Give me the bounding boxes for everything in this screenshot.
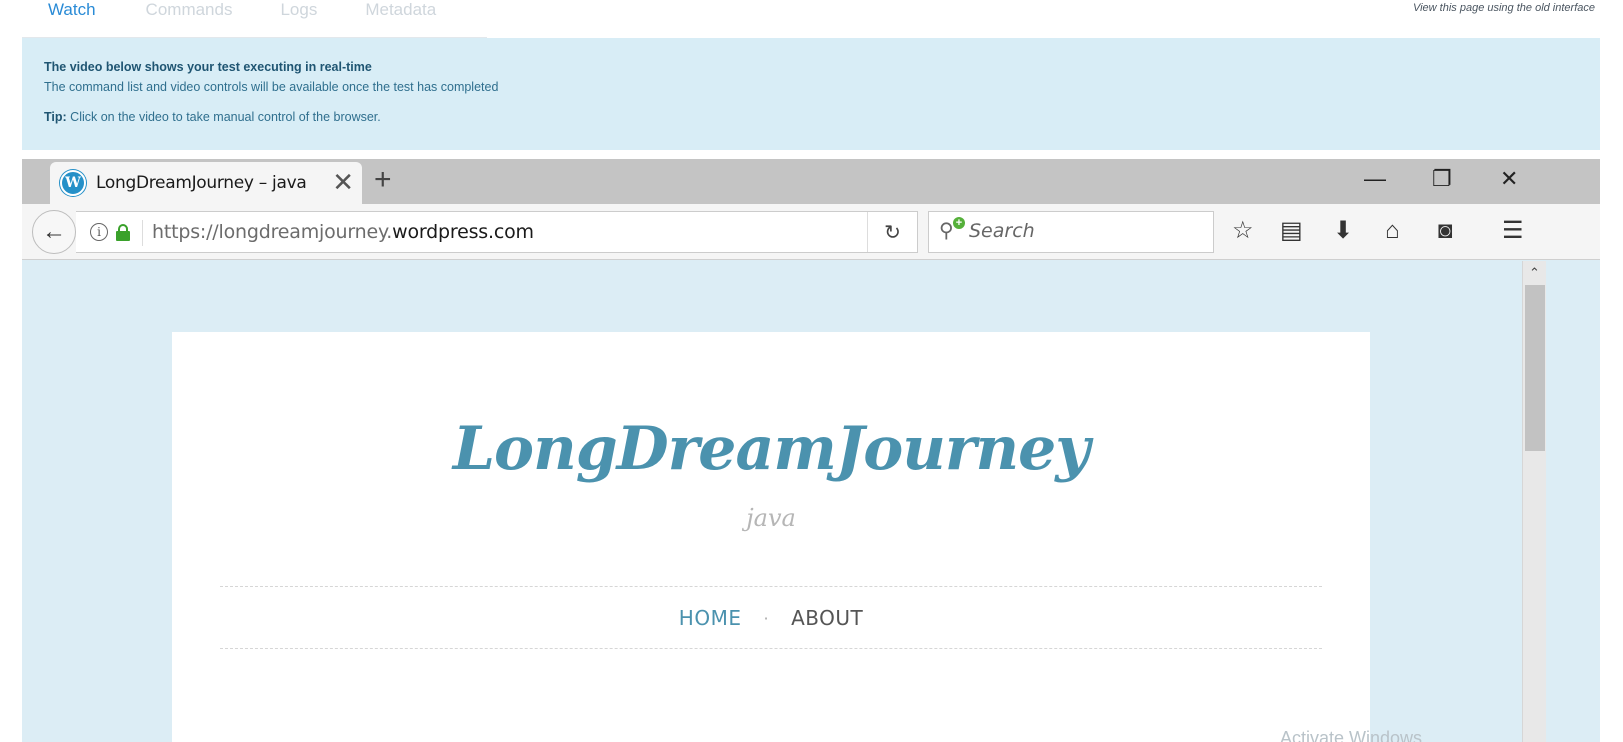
url-separator	[142, 220, 143, 246]
page-scrollbar[interactable]: ⌃	[1522, 261, 1546, 742]
page-viewport: LongDreamJourney java HOME · ABOUT	[22, 261, 1522, 742]
site-title[interactable]: LongDreamJourney	[172, 414, 1370, 484]
search-add-engine-icon: +	[953, 217, 965, 229]
browser-navbar: i https://longdreamjourney.wordpress.com…	[22, 204, 1600, 260]
browser-tab-title: LongDreamJourney – java	[96, 173, 307, 193]
nav-divider-top	[220, 586, 1322, 587]
site-container: LongDreamJourney java HOME · ABOUT	[172, 332, 1370, 742]
nav-home-link[interactable]: HOME	[679, 606, 742, 630]
tab-watch[interactable]: Watch	[22, 0, 122, 40]
info-banner: The video below shows your test executin…	[22, 38, 1600, 150]
browser-video[interactable]: W LongDreamJourney – java ✕ + — ❐ ✕ i ht…	[22, 159, 1600, 742]
tip-label: Tip:	[44, 110, 67, 124]
banner-tip: Tip: Click on the video to take manual c…	[44, 110, 381, 124]
old-interface-link[interactable]: View this page using the old interface	[1413, 2, 1595, 14]
download-icon[interactable]: ⬇	[1333, 217, 1353, 245]
bookmark-star-icon[interactable]: ☆	[1232, 217, 1254, 245]
scroll-up-icon[interactable]: ⌃	[1529, 265, 1540, 281]
home-icon[interactable]: ⌂	[1385, 217, 1400, 245]
info-icon[interactable]: i	[90, 223, 108, 241]
site-nav: HOME · ABOUT	[172, 606, 1370, 630]
search-icon: ⚲	[939, 220, 954, 242]
menu-icon[interactable]: ☰	[1502, 217, 1524, 245]
windows-activation-watermark: Activate Windows	[1280, 728, 1423, 742]
nav-separator: ·	[763, 608, 770, 628]
banner-heading: The video below shows your test executin…	[44, 60, 372, 74]
tab-logs[interactable]: Logs	[256, 0, 341, 40]
url-prefix: https://longdreamjourney.	[152, 221, 393, 243]
browser-titlebar: W LongDreamJourney – java ✕ + — ❐ ✕	[22, 159, 1600, 204]
lock-icon[interactable]	[116, 224, 130, 241]
banner-subtext: The command list and video controls will…	[44, 80, 499, 94]
reader-list-icon[interactable]: ▤	[1280, 217, 1303, 245]
search-input[interactable]	[969, 220, 1199, 242]
tab-commands[interactable]: Commands	[122, 0, 257, 40]
top-tabs: Watch Commands Logs Metadata	[22, 0, 460, 40]
search-bar[interactable]: ⚲ +	[928, 211, 1214, 253]
pocket-icon[interactable]: ◙	[1438, 217, 1453, 245]
site-tagline: java	[746, 504, 796, 532]
nav-divider-bottom	[220, 648, 1322, 649]
restore-icon[interactable]: ❐	[1432, 165, 1452, 193]
url-bar[interactable]: i https://longdreamjourney.wordpress.com…	[76, 211, 918, 253]
browser-tab[interactable]: W LongDreamJourney – java ✕	[50, 162, 362, 204]
close-window-icon[interactable]: ✕	[1500, 165, 1518, 193]
scroll-thumb[interactable]	[1525, 285, 1545, 451]
sauce-test-page: Watch Commands Logs Metadata View this p…	[0, 0, 1623, 742]
tip-text: Click on the video to take manual contro…	[66, 110, 381, 124]
close-tab-icon[interactable]: ✕	[332, 168, 354, 196]
tab-metadata[interactable]: Metadata	[341, 0, 460, 40]
minimize-icon[interactable]: —	[1364, 165, 1386, 193]
wordpress-icon: W	[60, 170, 86, 196]
back-icon[interactable]: ←	[32, 210, 76, 254]
nav-about-link[interactable]: ABOUT	[791, 606, 863, 630]
reload-icon[interactable]: ↻	[867, 212, 917, 252]
new-tab-icon[interactable]: +	[374, 165, 392, 195]
url-domain: wordpress.com	[392, 221, 534, 243]
url-text[interactable]: https://longdreamjourney.wordpress.com	[152, 221, 534, 243]
